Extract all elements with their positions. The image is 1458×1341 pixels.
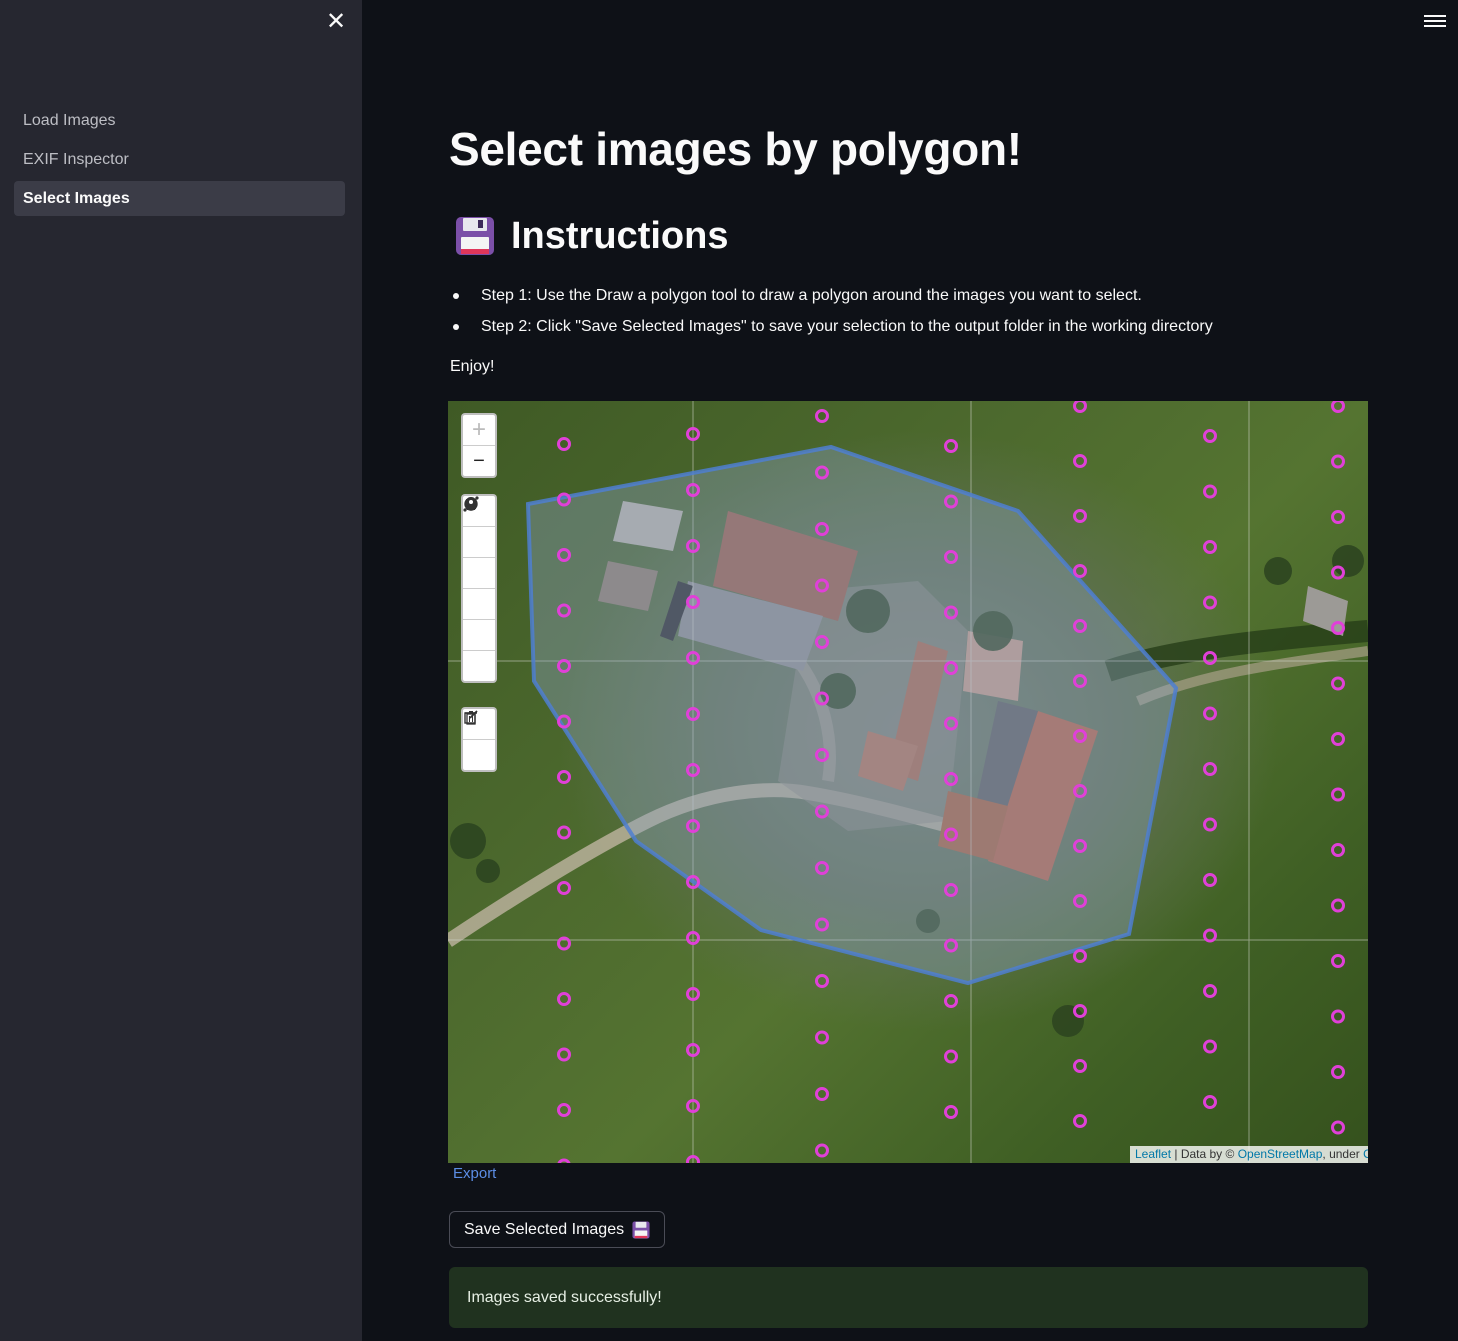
image-marker[interactable]: [1203, 762, 1217, 776]
image-marker[interactable]: [1073, 1059, 1087, 1073]
export-link[interactable]: Export: [453, 1165, 496, 1182]
image-marker[interactable]: [1331, 843, 1345, 857]
draw-circlemarker-icon[interactable]: [463, 497, 495, 681]
image-marker[interactable]: [557, 1158, 571, 1163]
image-marker[interactable]: [1073, 949, 1087, 963]
sidebar-nav: Load Images EXIF Inspector Select Images: [14, 103, 345, 220]
draw-circle-icon[interactable]: [463, 498, 495, 620]
image-marker[interactable]: [557, 1103, 571, 1117]
zoom-out-button[interactable]: −: [463, 446, 495, 476]
image-marker[interactable]: [1073, 454, 1087, 468]
map-attribution: Leaflet | Data by © OpenStreetMap, under…: [1130, 1146, 1368, 1163]
image-marker[interactable]: [1203, 984, 1217, 998]
map[interactable]: + − Leaflet | Data by © OpenStreetMap, u…: [448, 401, 1368, 1163]
image-marker[interactable]: [944, 994, 958, 1008]
image-marker[interactable]: [944, 439, 958, 453]
image-marker[interactable]: [1073, 401, 1087, 413]
openstreetmap-link[interactable]: OpenStreetMap: [1238, 1147, 1323, 1161]
image-marker[interactable]: [1331, 787, 1345, 802]
image-marker[interactable]: [1073, 509, 1087, 523]
image-marker[interactable]: [1331, 1120, 1345, 1135]
image-marker[interactable]: [1203, 1095, 1217, 1109]
image-marker[interactable]: [1203, 595, 1217, 610]
image-marker[interactable]: [1331, 401, 1345, 413]
sidebar-item-load-images[interactable]: Load Images: [14, 103, 345, 138]
image-marker[interactable]: [1331, 1009, 1345, 1024]
license-link[interactable]: O: [1363, 1147, 1368, 1161]
map-imagery: [448, 401, 1368, 1163]
image-marker[interactable]: [1331, 954, 1345, 968]
image-marker[interactable]: [1073, 1114, 1087, 1128]
delete-layers-icon[interactable]: [463, 711, 495, 770]
image-marker[interactable]: [944, 1049, 958, 1064]
draw-marker-icon[interactable]: [463, 497, 495, 651]
image-marker[interactable]: [944, 1105, 958, 1119]
selection-polygon[interactable]: [525, 444, 1179, 986]
save-button-label: Save Selected Images: [464, 1220, 625, 1238]
image-marker[interactable]: [1203, 540, 1217, 554]
save-selected-images-button[interactable]: Save Selected Images: [449, 1211, 666, 1248]
list-item: Step 2: Click "Save Selected Images" to …: [449, 311, 1213, 342]
page-title: Select images by polygon!: [449, 123, 1022, 175]
instructions-list: Step 1: Use the Draw a polygon tool to d…: [449, 280, 1213, 342]
image-marker[interactable]: [1331, 454, 1345, 469]
draw-rectangle-icon[interactable]: [463, 499, 495, 589]
image-marker[interactable]: [1331, 732, 1345, 746]
image-marker[interactable]: [557, 437, 571, 451]
edit-toolbar: [461, 707, 497, 772]
close-sidebar-icon[interactable]: ✕: [322, 8, 350, 36]
image-marker[interactable]: [557, 1047, 571, 1062]
image-marker[interactable]: [1203, 429, 1217, 443]
image-marker[interactable]: [815, 974, 829, 988]
image-marker[interactable]: [1203, 873, 1217, 887]
image-marker[interactable]: [1331, 1065, 1345, 1079]
floppy-disk-icon: [632, 1220, 650, 1239]
image-marker[interactable]: [1203, 817, 1217, 832]
image-marker[interactable]: [1203, 484, 1217, 499]
image-marker[interactable]: [557, 992, 571, 1006]
instructions-heading-label: Instructions: [511, 214, 729, 257]
sidebar: ✕ Load Images EXIF Inspector Select Imag…: [0, 0, 362, 1341]
image-marker[interactable]: [1331, 676, 1345, 691]
floppy-disk-icon: [455, 216, 495, 256]
image-marker[interactable]: [1331, 898, 1345, 913]
image-marker[interactable]: [1331, 510, 1345, 524]
image-marker[interactable]: [1203, 1039, 1217, 1054]
image-marker[interactable]: [815, 1030, 829, 1045]
sidebar-item-select-images[interactable]: Select Images: [14, 181, 345, 216]
draw-toolbar: [461, 494, 497, 683]
attribution-text: , under: [1322, 1147, 1364, 1161]
attribution-text: | Data by ©: [1171, 1147, 1238, 1161]
draw-polygon-icon[interactable]: [463, 498, 495, 558]
image-marker[interactable]: [815, 409, 829, 423]
image-marker[interactable]: [1073, 564, 1087, 578]
zoom-in-button[interactable]: +: [463, 415, 495, 446]
instructions-heading: Instructions: [455, 212, 728, 260]
image-marker[interactable]: [557, 825, 571, 840]
list-item: Step 1: Use the Draw a polygon tool to d…: [449, 280, 1213, 311]
image-marker[interactable]: [1203, 706, 1217, 721]
image-marker[interactable]: [1203, 928, 1217, 943]
success-alert: Images saved successfully!: [449, 1267, 1368, 1328]
image-marker[interactable]: [557, 881, 571, 895]
sidebar-item-exif-inspector[interactable]: EXIF Inspector: [14, 142, 345, 177]
zoom-control: + −: [461, 413, 497, 478]
image-marker[interactable]: [815, 1143, 829, 1158]
enjoy-text: Enjoy!: [450, 358, 495, 375]
image-marker[interactable]: [557, 770, 571, 784]
main-menu-icon[interactable]: [1424, 12, 1446, 30]
image-marker[interactable]: [815, 1087, 829, 1101]
leaflet-link[interactable]: Leaflet: [1135, 1147, 1171, 1161]
